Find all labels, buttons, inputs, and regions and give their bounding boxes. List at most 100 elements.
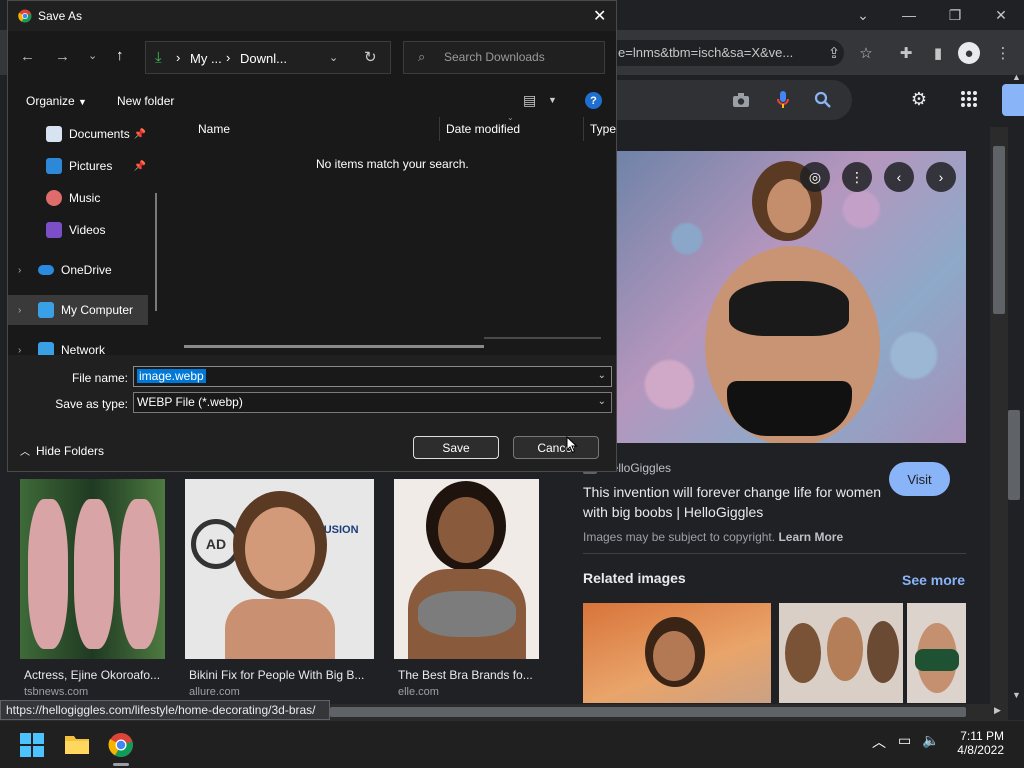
preview-title[interactable]: This invention will forever change life … [583, 482, 883, 522]
column-separator[interactable] [439, 117, 440, 141]
breadcrumb-downloads[interactable]: Downl... [240, 51, 287, 66]
help-icon[interactable]: ? [585, 92, 602, 109]
file-list-scrollbar-track[interactable] [484, 337, 601, 339]
back-arrow-icon[interactable]: ← [20, 48, 35, 65]
cancel-button[interactable]: Cancel [513, 436, 599, 459]
sidebar-item-my-computer[interactable]: › My Computer [8, 295, 148, 325]
save-as-type-select[interactable]: WEBP File (*.webp) ⌄ [133, 392, 612, 413]
expand-chevron-icon[interactable]: › [18, 345, 38, 356]
account-avatar[interactable] [1002, 84, 1024, 116]
profile-avatar-icon[interactable]: ● [958, 42, 980, 64]
close-window-icon[interactable]: ✕ [987, 4, 1015, 26]
apps-grid-icon[interactable] [956, 86, 982, 112]
result-image-2[interactable]: AD FUSION [185, 479, 374, 659]
clock-date: 4/8/2022 [957, 743, 1004, 757]
breadcrumb[interactable]: ⤓ › My ... › Downl... ⌄ ↻ [145, 41, 391, 74]
downloads-search-input[interactable]: ⌕ Search Downloads [403, 41, 605, 74]
column-separator[interactable] [583, 117, 584, 141]
scroll-down-arrow-icon[interactable]: ▼ [1012, 690, 1021, 700]
column-date-modified[interactable]: Date modified [446, 122, 520, 136]
search-icon[interactable] [810, 87, 836, 113]
hide-folders-toggle[interactable]: ︿ Hide Folders [20, 443, 104, 458]
more-options-icon[interactable]: ⋮ [842, 162, 872, 192]
sidebar-item-onedrive[interactable]: › OneDrive [8, 255, 156, 285]
tray-chevron-icon[interactable]: ︿ [872, 732, 886, 752]
related-image-1[interactable] [583, 603, 771, 703]
sidebar-item-videos[interactable]: Videos [8, 215, 156, 245]
result-caption-3[interactable]: The Best Bra Brands fo... [398, 668, 539, 682]
save-as-type-label: Save as type: [55, 397, 128, 411]
chrome-menu-icon[interactable]: ⋮ [992, 42, 1014, 64]
navigation-pane: Documents 📌 Pictures 📌 Music Videos › On… [8, 117, 156, 355]
chrome-taskbar-icon[interactable] [108, 732, 134, 763]
related-image-3[interactable] [907, 603, 966, 703]
related-image-2[interactable] [779, 603, 903, 703]
voice-search-icon[interactable] [770, 87, 796, 113]
extensions-icon[interactable]: ✚ [895, 42, 917, 64]
next-arrow-icon[interactable]: › [926, 162, 956, 192]
scroll-right-arrow-icon[interactable]: ▶ [994, 705, 1001, 716]
sidebar-label: Videos [69, 223, 106, 237]
scrollbar-thumb[interactable] [993, 146, 1005, 314]
see-more-link[interactable]: See more [902, 572, 965, 588]
breadcrumb-my-computer[interactable]: My ... [190, 51, 222, 66]
navigation-pane-scrollbar[interactable] [155, 193, 157, 311]
file-name-label: File name: [71, 371, 128, 385]
column-type[interactable]: Type [590, 122, 616, 136]
save-button[interactable]: Save [413, 436, 499, 459]
file-name-input[interactable]: image.webp ⌄ [133, 366, 612, 387]
result-caption-1[interactable]: Actress, Ejine Okoroafo... [24, 668, 165, 682]
organize-button[interactable]: Organize ▼ [26, 94, 87, 108]
file-list-scrollbar-thumb[interactable] [184, 345, 484, 348]
share-icon[interactable]: ⇪ [823, 42, 845, 64]
result-image-1[interactable] [20, 479, 165, 659]
view-dropdown-icon[interactable]: ▼ [548, 95, 557, 105]
breadcrumb-dropdown-icon[interactable]: ⌄ [329, 51, 338, 64]
network-icon [38, 342, 54, 355]
learn-more-link[interactable]: Learn More [778, 530, 843, 544]
restore-icon[interactable]: ❐ [941, 4, 969, 26]
address-bar[interactable]: e=lnms&tbm=isch&sa=X&ve... [612, 40, 844, 66]
settings-gear-icon[interactable]: ⚙ [906, 86, 932, 112]
network-status-icon[interactable]: ▭ [898, 732, 911, 749]
recent-locations-icon[interactable]: ⌄ [88, 49, 97, 62]
save-type-dropdown-icon[interactable]: ⌄ [598, 396, 606, 407]
sidebar-item-pictures[interactable]: Pictures 📌 [8, 151, 156, 181]
windows-start-icon[interactable] [20, 733, 44, 762]
copyright-text: Images may be subject to copyright. [583, 530, 776, 544]
sidebar-item-network[interactable]: › Network [8, 335, 156, 355]
refresh-icon[interactable]: ↻ [364, 48, 377, 66]
preview-image[interactable] [617, 151, 966, 443]
dialog-close-icon[interactable]: ✕ [593, 6, 606, 26]
save-as-type-value: WEBP File (*.webp) [137, 395, 243, 409]
result-caption-2[interactable]: Bikini Fix for People With Big B... [189, 668, 374, 682]
new-folder-button[interactable]: New folder [117, 94, 174, 108]
horizontal-scrollbar-thumb[interactable] [330, 707, 966, 717]
result-image-3[interactable] [394, 479, 539, 659]
dialog-title-bar[interactable]: Save As ✕ [8, 1, 616, 31]
breadcrumb-sep-icon: › [226, 50, 231, 65]
sidebar-item-documents[interactable]: Documents 📌 [8, 119, 156, 149]
view-options-icon[interactable]: ▤ [523, 92, 536, 109]
file-explorer-icon[interactable] [64, 733, 90, 760]
expand-chevron-icon[interactable]: › [18, 265, 38, 276]
outer-scrollbar-thumb[interactable] [1008, 410, 1020, 500]
visit-button[interactable]: Visit [889, 462, 950, 496]
minimize-icon[interactable]: — [895, 4, 923, 26]
sidebar-label: Pictures [69, 159, 113, 173]
expand-chevron-icon[interactable]: › [18, 305, 38, 316]
previous-arrow-icon[interactable]: ‹ [884, 162, 914, 192]
bookmark-star-icon[interactable]: ☆ [855, 42, 877, 64]
clock[interactable]: 7:11 PM 4/8/2022 [952, 729, 1004, 757]
sidebar-item-music[interactable]: Music [8, 183, 156, 213]
tab-search-icon[interactable]: ⌄ [849, 4, 877, 26]
column-name[interactable]: Name [198, 122, 230, 136]
file-name-dropdown-icon[interactable]: ⌄ [598, 370, 606, 381]
side-panel-icon[interactable]: ▮ [927, 42, 949, 64]
camera-search-icon[interactable] [728, 87, 754, 113]
forward-arrow-icon[interactable]: → [55, 48, 70, 65]
scroll-up-arrow-icon[interactable]: ▲ [1012, 72, 1021, 82]
lens-search-icon[interactable]: ◎ [800, 162, 830, 192]
up-folder-icon[interactable]: ↑ [116, 47, 124, 64]
volume-icon[interactable]: 🔈 [922, 732, 939, 749]
